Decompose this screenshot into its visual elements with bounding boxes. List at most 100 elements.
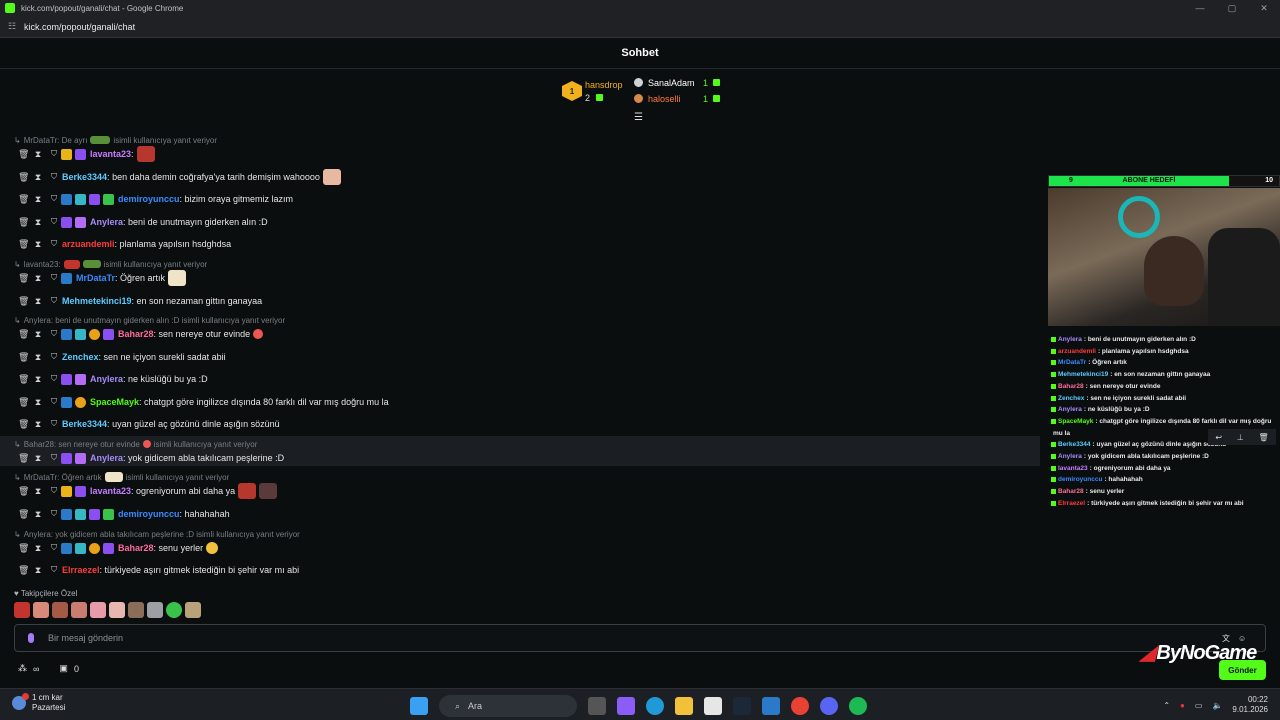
mail-icon[interactable] bbox=[762, 697, 780, 715]
username[interactable]: lavanta23 bbox=[90, 486, 131, 496]
chat-message[interactable]: 🗑 ⧗ ⛉ Anylera: yok gidicem abla takılıcam … bbox=[0, 449, 1040, 467]
delete-icon[interactable]: 🗑 bbox=[18, 273, 29, 284]
maximize-button[interactable]: ▢ bbox=[1216, 0, 1248, 16]
username[interactable]: Mehmetekinci19 bbox=[62, 296, 132, 306]
discord-icon[interactable] bbox=[820, 697, 838, 715]
delete-icon[interactable]: 🗑 bbox=[18, 352, 29, 363]
shield-icon[interactable]: ⛉ bbox=[50, 273, 58, 283]
username[interactable]: Anylera bbox=[90, 217, 123, 227]
delete-icon[interactable]: 🗑 bbox=[18, 509, 29, 520]
delete-icon[interactable]: 🗑 bbox=[18, 194, 29, 205]
shield-icon[interactable]: ⛉ bbox=[50, 419, 58, 429]
shield-icon[interactable]: ⛉ bbox=[50, 217, 58, 227]
delete-icon[interactable]: 🗑 bbox=[1258, 433, 1268, 442]
username[interactable]: demiroyunccu bbox=[118, 509, 180, 519]
timeout-icon[interactable]: ⧗ bbox=[34, 239, 42, 250]
shield-icon[interactable]: ⛉ bbox=[50, 329, 58, 339]
username[interactable]: lavanta23 bbox=[90, 149, 131, 159]
file-explorer-icon[interactable] bbox=[675, 697, 693, 715]
chat-message[interactable]: 🗑 ⧗ ⛉ arzuandemli: planlama yapılsın hsdgh… bbox=[0, 235, 1040, 253]
chevron-up-icon[interactable]: ⌃ bbox=[1163, 701, 1170, 710]
delete-icon[interactable]: 🗑 bbox=[18, 172, 29, 183]
emote[interactable] bbox=[109, 602, 125, 618]
timeout-icon[interactable]: ⧗ bbox=[34, 374, 42, 385]
windows-start-icon[interactable] bbox=[410, 697, 428, 715]
delete-icon[interactable]: 🗑 bbox=[18, 543, 29, 554]
leader-2-name[interactable]: SanalAdam bbox=[648, 78, 695, 88]
shield-icon[interactable]: ⛉ bbox=[50, 239, 58, 249]
emote[interactable] bbox=[52, 602, 68, 618]
timeout-icon[interactable]: ⧗ bbox=[34, 486, 42, 497]
shield-icon[interactable]: ⛉ bbox=[50, 565, 58, 575]
shield-icon[interactable]: ⛉ bbox=[50, 172, 58, 182]
username[interactable]: Anylera bbox=[90, 453, 123, 463]
shield-icon[interactable]: ⛉ bbox=[50, 509, 58, 519]
shield-icon[interactable]: ⛉ bbox=[50, 296, 58, 306]
delete-icon[interactable]: 🗑 bbox=[18, 296, 29, 307]
chat-message[interactable]: 🗑 ⧗ ⛉ Anylera: beni de unutmayın giderken … bbox=[0, 213, 1040, 231]
timeout-icon[interactable]: ⧗ bbox=[34, 453, 42, 464]
clock[interactable]: 00:22 9.01.2026 bbox=[1232, 695, 1268, 715]
message-input[interactable] bbox=[48, 633, 1048, 643]
timeout-icon[interactable]: ⧗ bbox=[34, 273, 42, 284]
chat-message[interactable]: 🗑 ⧗ ⛉ Anylera: ne küslüğü bu ya :D bbox=[0, 370, 1040, 388]
emote[interactable] bbox=[147, 602, 163, 618]
timeout-icon[interactable]: ⧗ bbox=[34, 397, 42, 408]
chat-message[interactable]: 🗑 ⧗ ⛉ SpaceMayk: chatgpt göre ingilizce dı… bbox=[0, 393, 1040, 411]
delete-icon[interactable]: 🗑 bbox=[18, 419, 29, 430]
username[interactable]: arzuandemli bbox=[62, 239, 115, 249]
delete-icon[interactable]: 🗑 bbox=[18, 329, 29, 340]
shield-icon[interactable]: ⛉ bbox=[50, 194, 58, 204]
username[interactable]: Bahar28 bbox=[118, 329, 154, 339]
username[interactable]: Elrraezel bbox=[62, 565, 100, 575]
store-icon[interactable] bbox=[704, 697, 722, 715]
timeout-icon[interactable]: ⧗ bbox=[34, 509, 42, 520]
timeout-icon[interactable]: ⧗ bbox=[34, 194, 42, 205]
delete-icon[interactable]: 🗑 bbox=[18, 149, 29, 160]
task-view-icon[interactable] bbox=[588, 697, 606, 715]
weather-widget[interactable]: 1 cm kar Pazartesi bbox=[12, 693, 65, 713]
gift-box-icon[interactable]: ▣ bbox=[59, 663, 68, 674]
delete-icon[interactable]: 🗑 bbox=[18, 217, 29, 228]
username[interactable]: MrDataTr bbox=[76, 273, 115, 283]
chat-message[interactable]: 🗑 ⧗ ⛉ Berke3344: uyan güzel aç gözünü dinl… bbox=[0, 415, 1040, 433]
timeout-icon[interactable]: ⧗ bbox=[34, 172, 42, 183]
emote[interactable] bbox=[14, 602, 30, 618]
mic-icon[interactable]: ● bbox=[1180, 701, 1185, 710]
chat-message[interactable]: 🗑 ⧗ ⛉ lavanta23: ogreniyorum abi daha ya bbox=[0, 482, 1040, 500]
username[interactable]: Berke3344 bbox=[62, 172, 107, 182]
delete-icon[interactable]: 🗑 bbox=[18, 486, 29, 497]
username[interactable]: Anylera bbox=[90, 374, 123, 384]
url-text[interactable]: kick.com/popout/ganali/chat bbox=[24, 22, 135, 32]
steam-icon[interactable] bbox=[733, 697, 751, 715]
pin-icon[interactable]: ⊥ bbox=[1237, 433, 1244, 442]
emote[interactable] bbox=[90, 602, 106, 618]
timeout-icon[interactable]: ⧗ bbox=[34, 217, 42, 228]
display-icon[interactable]: ▭ bbox=[1195, 701, 1203, 710]
shield-icon[interactable]: ⛉ bbox=[50, 149, 58, 159]
chat-message[interactable]: 🗑 ⧗ ⛉ demiroyunccu: bizim oraya gitmemiz l… bbox=[0, 190, 1040, 208]
timeout-icon[interactable]: ⧗ bbox=[34, 296, 42, 307]
chat-message-list[interactable]: ↳ MrDataTr: De ayrı isimli kullanıcıya yan… bbox=[0, 118, 1040, 588]
username[interactable]: SpaceMayk bbox=[90, 397, 139, 407]
shield-icon[interactable]: ⛉ bbox=[50, 397, 58, 407]
shield-icon[interactable]: ⛉ bbox=[50, 453, 58, 463]
username[interactable]: Bahar28 bbox=[118, 543, 154, 553]
copilot-icon[interactable] bbox=[617, 697, 635, 715]
timeout-icon[interactable]: ⧗ bbox=[34, 543, 42, 554]
shield-icon[interactable]: ⛉ bbox=[50, 374, 58, 384]
leader-1-name[interactable]: hansdrop bbox=[585, 80, 623, 90]
emote[interactable] bbox=[166, 602, 182, 618]
shield-icon[interactable]: ⛉ bbox=[50, 486, 58, 496]
delete-icon[interactable]: 🗑 bbox=[18, 565, 29, 576]
delete-icon[interactable]: 🗑 bbox=[18, 239, 29, 250]
chat-message[interactable]: 🗑 ⧗ ⛉ Berke3344: ben daha demin coğrafya'y… bbox=[0, 168, 1040, 186]
timeout-icon[interactable]: ⧗ bbox=[34, 329, 42, 340]
chat-message[interactable]: 🗑 ⧗ ⛉ Bahar28: senu yerler bbox=[0, 539, 1040, 557]
shield-icon[interactable]: ⛉ bbox=[50, 543, 58, 553]
emote[interactable] bbox=[185, 602, 201, 618]
reply-icon[interactable]: ↩ bbox=[1215, 433, 1222, 442]
chat-message[interactable]: 🗑 ⧗ ⛉ Elrraezel: türkiyede aşırı gitmek is… bbox=[0, 561, 1040, 579]
emote[interactable] bbox=[128, 602, 144, 618]
username[interactable]: Berke3344 bbox=[62, 419, 107, 429]
